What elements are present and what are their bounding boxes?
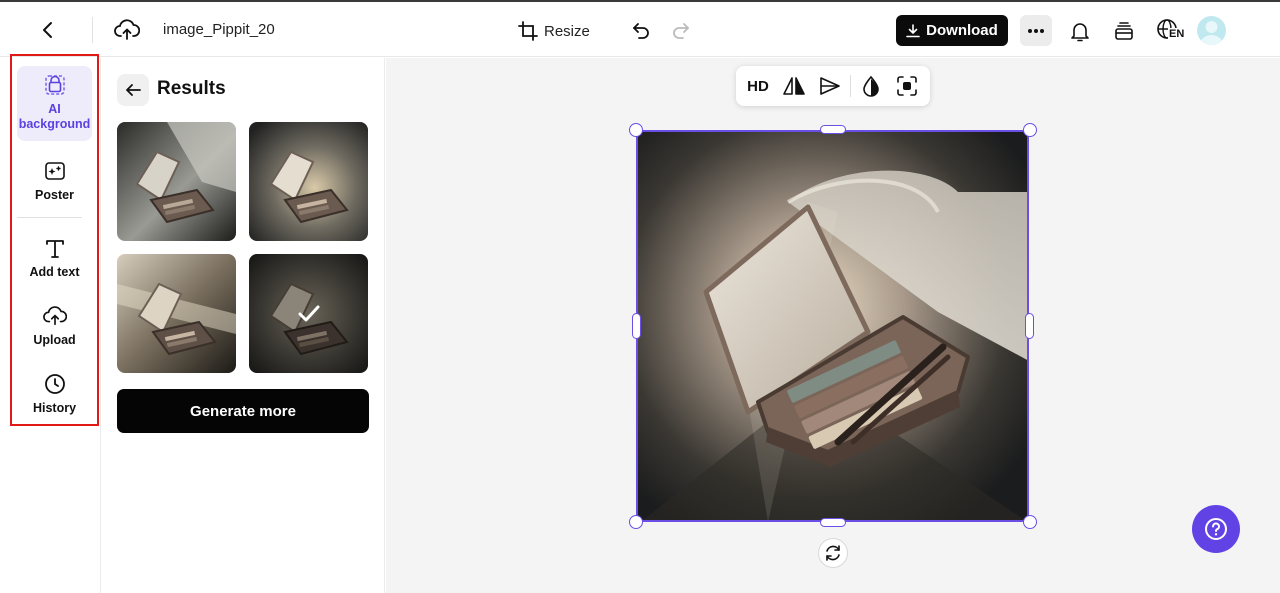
notifications-button[interactable]: [1066, 17, 1094, 45]
undo-button[interactable]: [628, 17, 654, 43]
rail-item-label: AI background: [18, 102, 91, 131]
rail-item-add-text[interactable]: Add text: [17, 235, 92, 280]
flip-icon: [783, 77, 805, 95]
rail-item-label: History: [32, 401, 77, 415]
clock-icon: [42, 371, 68, 397]
rail-item-ai-background[interactable]: AI background: [17, 66, 92, 141]
resize-handle-top-right[interactable]: [1023, 123, 1037, 137]
file-name[interactable]: image_Pippit_20: [163, 21, 275, 38]
resize-handle-top-left[interactable]: [629, 123, 643, 137]
download-button[interactable]: Download: [896, 15, 1008, 46]
checkmark-icon: [298, 305, 320, 322]
hd-button[interactable]: HD: [740, 70, 776, 102]
text-icon: [42, 235, 68, 261]
cloud-save-button[interactable]: [112, 15, 142, 45]
divider: [92, 17, 93, 43]
cloud-upload-icon: [114, 19, 140, 40]
opacity-button[interactable]: [853, 70, 889, 102]
rail-item-label: Poster: [35, 188, 74, 202]
editor-canvas: HD: [386, 58, 1280, 593]
redo-button[interactable]: [668, 17, 694, 43]
cutout-button[interactable]: [812, 70, 848, 102]
rail-item-history[interactable]: History: [17, 371, 92, 416]
chevron-left-icon: [43, 22, 52, 38]
rail-divider: [17, 217, 82, 218]
user-avatar[interactable]: [1197, 16, 1226, 45]
credits-button[interactable]: [1110, 17, 1138, 45]
cutout-icon: [820, 77, 840, 95]
top-bar: image_Pippit_20 Resize Download EN: [0, 0, 1280, 57]
language-code: EN: [1168, 28, 1186, 40]
download-label: Download: [926, 22, 998, 39]
thumbnail-image: [249, 122, 368, 241]
product-photo: [638, 132, 1027, 520]
thumbnail-image: [117, 122, 236, 241]
result-thumbnail[interactable]: [117, 254, 236, 373]
bag-sparkle-icon: [42, 72, 68, 98]
tool-rail: AI background Poster Add text Upload His…: [0, 54, 101, 593]
poster-icon: [42, 158, 68, 184]
rail-item-poster[interactable]: Poster: [17, 158, 92, 203]
resize-handle-bottom-right[interactable]: [1023, 515, 1037, 529]
undo-icon: [633, 23, 649, 39]
user-avatar-icon: [1200, 21, 1223, 45]
resize-handle-left[interactable]: [632, 313, 641, 339]
resize-handle-top[interactable]: [820, 125, 846, 134]
result-thumbnail[interactable]: [249, 122, 368, 241]
question-mark-icon: [1205, 518, 1227, 540]
results-panel: Results Generate more: [101, 58, 385, 593]
rail-item-label: Upload: [33, 333, 76, 347]
cloud-upload-icon: [42, 303, 68, 329]
resize-handle-bottom[interactable]: [820, 518, 846, 527]
more-options-button[interactable]: [1020, 15, 1052, 46]
panel-title: Results: [157, 78, 226, 99]
result-thumbnail[interactable]: [117, 122, 236, 241]
help-button[interactable]: [1192, 505, 1240, 553]
back-button[interactable]: [34, 16, 62, 44]
arrow-left-icon: [126, 84, 141, 96]
resize-handle-bottom-left[interactable]: [629, 515, 643, 529]
image-toolbar: HD: [736, 66, 930, 106]
more-horizontal-icon: [1028, 28, 1044, 33]
language-button[interactable]: EN: [1154, 17, 1188, 45]
canvas-image[interactable]: [636, 130, 1029, 522]
focus-button[interactable]: [889, 70, 925, 102]
rotate-button[interactable]: [818, 538, 848, 568]
panel-back-button[interactable]: [117, 74, 149, 106]
resize-button[interactable]: Resize: [518, 17, 590, 45]
rotate-icon: [826, 545, 840, 561]
opacity-icon: [863, 75, 879, 97]
rail-item-upload[interactable]: Upload: [17, 303, 92, 348]
download-icon: [906, 23, 920, 37]
result-thumbnail-selected[interactable]: [249, 254, 368, 373]
resize-icon: [518, 21, 538, 41]
layers-icon: [1115, 22, 1133, 40]
focus-icon: [897, 76, 917, 96]
resize-label: Resize: [544, 22, 590, 40]
generate-more-button[interactable]: Generate more: [117, 389, 369, 433]
rail-item-label: Add text: [29, 265, 80, 279]
bell-icon: [1071, 23, 1089, 42]
resize-handle-right[interactable]: [1025, 313, 1034, 339]
flip-button[interactable]: [776, 70, 812, 102]
toolbar-divider: [850, 75, 851, 97]
redo-icon: [673, 23, 689, 39]
thumbnail-image: [117, 254, 236, 373]
